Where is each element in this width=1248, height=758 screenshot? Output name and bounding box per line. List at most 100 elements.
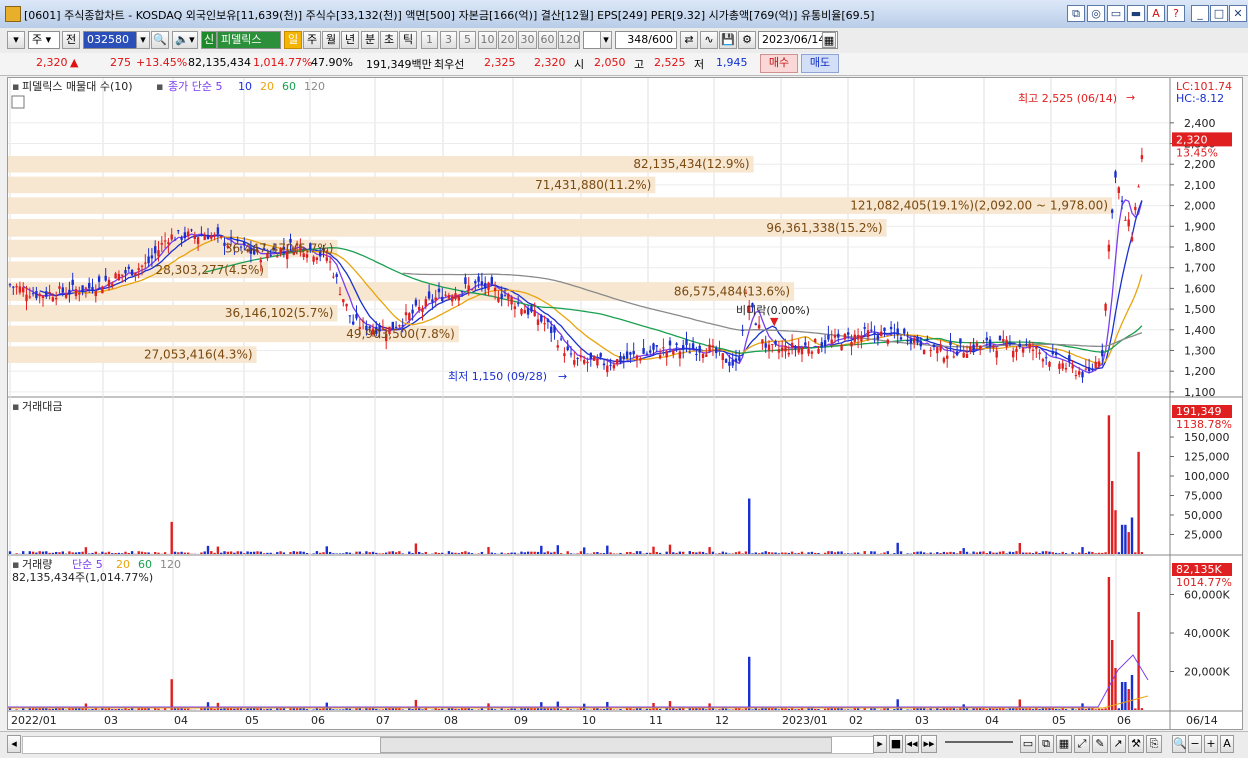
interval-120[interactable]: 120: [558, 31, 580, 49]
scroll-thumb[interactable]: [380, 737, 832, 753]
interval-60[interactable]: 60: [538, 31, 557, 49]
amount-bar: [174, 552, 176, 554]
period-day[interactable]: 일: [284, 31, 302, 49]
candle-body: [45, 291, 47, 297]
volume-bar: [824, 709, 826, 710]
lock-icon[interactable]: ◎: [1087, 5, 1105, 22]
x-tick-label: 05: [245, 714, 259, 727]
price-tick-label: 1,400: [1184, 324, 1216, 337]
dropdown-icon[interactable]: ▾: [7, 31, 25, 49]
period-minute[interactable]: 분: [361, 31, 379, 49]
speed-slider[interactable]: [945, 741, 1013, 743]
help-icon[interactable]: ?: [1167, 5, 1185, 22]
chart-area[interactable]: 2022/01030405060708091011122023/01020304…: [7, 77, 1243, 730]
interval-dropdown-icon[interactable]: ▾: [600, 31, 612, 49]
amount-bar: [959, 551, 961, 554]
search-icon[interactable]: 🔍: [151, 31, 169, 49]
interval-10[interactable]: 10: [478, 31, 497, 49]
buy-button[interactable]: 매수: [760, 54, 798, 73]
close-button[interactable]: ✕: [1229, 5, 1247, 22]
layout2-icon[interactable]: ⧉: [1038, 735, 1054, 753]
volume-bar: [468, 708, 470, 710]
draw-icon[interactable]: ✎: [1092, 735, 1108, 753]
tile-icon[interactable]: ▬: [1127, 5, 1145, 22]
tool-icon[interactable]: ⚒: [1128, 735, 1144, 753]
candle-body: [418, 307, 420, 310]
period-year[interactable]: 년: [341, 31, 359, 49]
period-tick[interactable]: 틱: [399, 31, 417, 49]
candle-body: [339, 294, 341, 295]
prev-button[interactable]: 전: [62, 31, 80, 49]
restore-icon[interactable]: ▭: [1107, 5, 1125, 22]
save-icon[interactable]: 💾: [719, 31, 737, 49]
scroll-left-icon[interactable]: ◂: [7, 735, 21, 753]
candle-body: [570, 354, 572, 355]
volume-bar: [339, 709, 341, 710]
amount-last-label: 191,349: [1176, 405, 1222, 418]
volume-bar: [72, 708, 74, 710]
settings-icon[interactable]: ⚙: [738, 31, 756, 49]
candle-body: [58, 286, 60, 289]
speaker-icon[interactable]: 🔈▾: [172, 31, 198, 49]
period-month[interactable]: 월: [322, 31, 340, 49]
amount-bar: [217, 547, 219, 554]
amount-bar: [811, 552, 813, 554]
font-size-icon[interactable]: A: [1220, 735, 1234, 753]
interval-5[interactable]: 5: [459, 31, 476, 49]
calendar-icon[interactable]: ▦: [822, 32, 836, 48]
candle-body: [537, 319, 539, 325]
candle-body: [25, 295, 27, 302]
copy-icon[interactable]: ⎘: [1146, 735, 1162, 753]
sell-button[interactable]: 매도: [801, 54, 839, 73]
amount-bar: [854, 552, 856, 554]
amount-bar: [695, 552, 697, 554]
period-select[interactable]: 주 ▾: [28, 31, 60, 49]
period-second[interactable]: 초: [380, 31, 398, 49]
candle-body: [540, 316, 542, 322]
fast-back-icon[interactable]: ◂◂: [905, 735, 919, 753]
candle-body: [329, 261, 331, 262]
expand-icon[interactable]: ⤢: [1074, 735, 1090, 753]
amount-bar: [553, 552, 555, 554]
candle-body: [553, 326, 555, 332]
layout-icon[interactable]: ▭: [1020, 735, 1036, 753]
amount-bar: [741, 553, 743, 554]
font-icon[interactable]: A: [1147, 5, 1165, 22]
amount-bar: [1091, 552, 1093, 554]
amount-bar: [976, 552, 978, 554]
volume-bar: [207, 702, 209, 710]
period-week[interactable]: 주: [303, 31, 321, 49]
amount-bar: [299, 551, 301, 554]
play-icon[interactable]: ▸: [873, 735, 887, 753]
amount-bar: [88, 553, 90, 554]
maximize-button[interactable]: □: [1210, 5, 1228, 22]
minimize-button[interactable]: _: [1191, 5, 1209, 22]
chart-svg[interactable]: 2022/01030405060708091011122023/01020304…: [8, 78, 1242, 729]
fast-forward-icon[interactable]: ▸▸: [921, 735, 937, 753]
interval-1[interactable]: 1: [421, 31, 438, 49]
chart-type-icon[interactable]: ∿: [700, 31, 718, 49]
volume-bar: [157, 709, 159, 710]
count-input[interactable]: 348/600: [615, 31, 677, 49]
amount-bar: [992, 553, 994, 554]
scroll-bar[interactable]: ◂ ▸ ■ ◂◂ ▸▸ ▭ ⧉ ▦ ⤢ ✎ ↗ ⚒ ⎘ 🔍 − + A: [0, 731, 1248, 758]
code-dropdown-icon[interactable]: ▾: [136, 31, 150, 49]
grid-icon[interactable]: ▦: [1056, 735, 1072, 753]
zoom-icon[interactable]: ⇄: [680, 31, 698, 49]
zoom-out-icon[interactable]: −: [1188, 735, 1202, 753]
volume-bar: [771, 708, 773, 710]
magnify-icon[interactable]: 🔍: [1172, 735, 1186, 753]
interval-3[interactable]: 3: [440, 31, 457, 49]
candle-body: [890, 327, 892, 329]
zoom-in-icon[interactable]: +: [1204, 735, 1218, 753]
interval-30[interactable]: 30: [518, 31, 537, 49]
volume-bar: [798, 709, 800, 710]
amount-bar: [672, 552, 674, 554]
interval-20[interactable]: 20: [498, 31, 517, 49]
stock-name[interactable]: 피델릭스: [217, 31, 281, 49]
link-icon[interactable]: ⧉: [1067, 5, 1085, 22]
amount-bar: [177, 552, 179, 554]
stop-icon[interactable]: ■: [889, 735, 903, 753]
quote-bar: 2,320 ▲ 275 +13.45% 82,135,434 1,014.77%…: [0, 53, 1248, 76]
arrow-icon[interactable]: ↗: [1110, 735, 1126, 753]
